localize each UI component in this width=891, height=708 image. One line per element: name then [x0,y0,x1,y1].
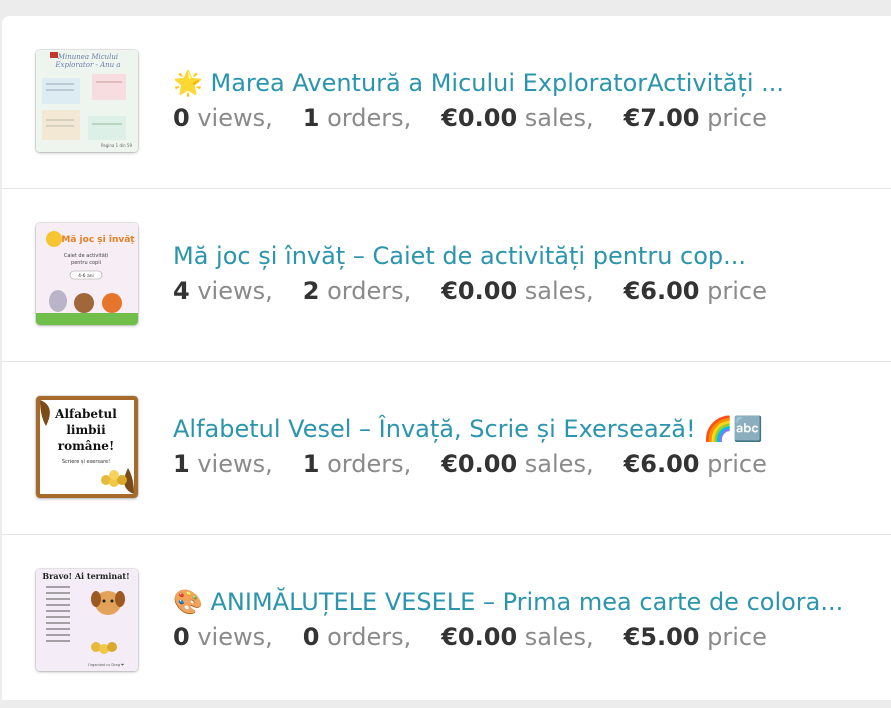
product-title-link[interactable]: Mă joc și învăț – Caiet de activități pe… [173,240,873,272]
product-thumbnail[interactable]: Minunea Micului Explorator - Anu a Pagin… [36,50,138,152]
product-title-link[interactable]: 🎨 ANIMĂLUȚELE VESELE – Prima mea carte d… [173,586,873,618]
views-label: views, [197,623,273,651]
price-amount: €6.00 [623,277,700,305]
orders-count: 2 [302,277,320,305]
orders-count: 1 [302,450,320,478]
product-row[interactable]: Alfabetul limbii române! Scriere și exer… [2,362,891,535]
svg-text:Bravo! Ai terminat!: Bravo! Ai terminat! [42,571,129,581]
sales-label: sales, [524,104,594,132]
orders-label: orders, [327,623,412,651]
price-amount: €6.00 [623,450,700,478]
price-stat: €6.00 price [624,275,767,307]
price-stat: €7.00 price [624,102,767,134]
orders-stat: 1 orders, [303,102,411,134]
svg-text:Alfabetul: Alfabetul [54,407,117,421]
price-amount: €7.00 [623,104,700,132]
sales-amount: €0.00 [441,450,518,478]
svg-text:Mă joc și învăț: Mă joc și învăț [61,235,135,245]
svg-text:pentru copii: pentru copii [71,260,101,266]
sales-amount: €0.00 [441,277,518,305]
views-stat: 4 views, [173,275,273,307]
product-stats: 0 views, 1 orders, €0.00 sales, €7.00 price [173,102,767,134]
product-row[interactable]: Bravo! Ai terminat! Organizat cu Drag ❤ … [2,535,891,708]
orders-stat: 0 orders, [303,621,411,653]
svg-text:Scriere și exersare!: Scriere și exersare! [62,459,110,465]
views-stat: 1 views, [173,448,273,480]
sales-stat: €0.00 sales, [441,275,593,307]
product-row[interactable]: Mă joc și învăț Caiet de activități pent… [2,189,891,362]
views-count: 4 [173,277,190,305]
svg-text:Organizat cu Drag ❤: Organizat cu Drag ❤ [88,663,124,667]
svg-text:Minunea Micului: Minunea Micului [57,53,118,61]
price-label: price [707,450,767,478]
product-stats: 4 views, 2 orders, €0.00 sales, €6.00 price [173,275,767,307]
orders-label: orders, [327,450,412,478]
orders-stat: 2 orders, [303,275,411,307]
orders-count: 1 [302,104,320,132]
orders-stat: 1 orders, [303,448,411,480]
sales-label: sales, [524,623,594,651]
product-stats: 1 views, 1 orders, €0.00 sales, €6.00 price [173,448,767,480]
sales-stat: €0.00 sales, [441,102,593,134]
sales-stat: €0.00 sales, [441,448,593,480]
views-count: 0 [173,623,190,651]
price-label: price [707,277,767,305]
views-stat: 0 views, [173,621,273,653]
sales-stat: €0.00 sales, [441,621,593,653]
sales-label: sales, [524,277,594,305]
views-stat: 0 views, [173,102,273,134]
product-title-link[interactable]: Alfabetul Vesel – Învață, Scrie și Exers… [173,413,873,445]
views-label: views, [197,277,273,305]
product-thumbnail[interactable]: Bravo! Ai terminat! Organizat cu Drag ❤ [36,569,138,671]
price-label: price [707,104,767,132]
orders-label: orders, [327,104,412,132]
svg-text:limbii: limbii [66,423,106,437]
views-label: views, [197,104,273,132]
sales-amount: €0.00 [441,104,518,132]
svg-text:Pagina 1 din 59: Pagina 1 din 59 [101,143,132,148]
orders-label: orders, [327,277,412,305]
orders-count: 0 [302,623,320,651]
svg-text:Caiet de activități: Caiet de activități [64,253,108,259]
price-amount: €5.00 [623,623,700,651]
views-count: 1 [173,450,190,478]
product-thumbnail[interactable]: Alfabetul limbii române! Scriere și exer… [36,396,138,498]
product-stats: 0 views, 0 orders, €0.00 sales, €5.00 price [173,621,767,653]
svg-text:Explorator - Anu a: Explorator - Anu a [54,61,120,69]
views-label: views, [197,450,273,478]
sales-label: sales, [524,450,594,478]
svg-text:române!: române! [58,439,114,453]
product-row[interactable]: Minunea Micului Explorator - Anu a Pagin… [2,16,891,189]
views-count: 0 [173,104,190,132]
svg-text:4-6 ani: 4-6 ani [78,273,94,279]
product-title-link[interactable]: 🌟 Marea Aventură a Micului ExploratorAct… [173,67,873,99]
product-list: Minunea Micului Explorator - Anu a Pagin… [2,16,891,700]
sales-amount: €0.00 [441,623,518,651]
price-stat: €6.00 price [624,448,767,480]
price-label: price [707,623,767,651]
price-stat: €5.00 price [624,621,767,653]
product-thumbnail[interactable]: Mă joc și învăț Caiet de activități pent… [36,223,138,325]
